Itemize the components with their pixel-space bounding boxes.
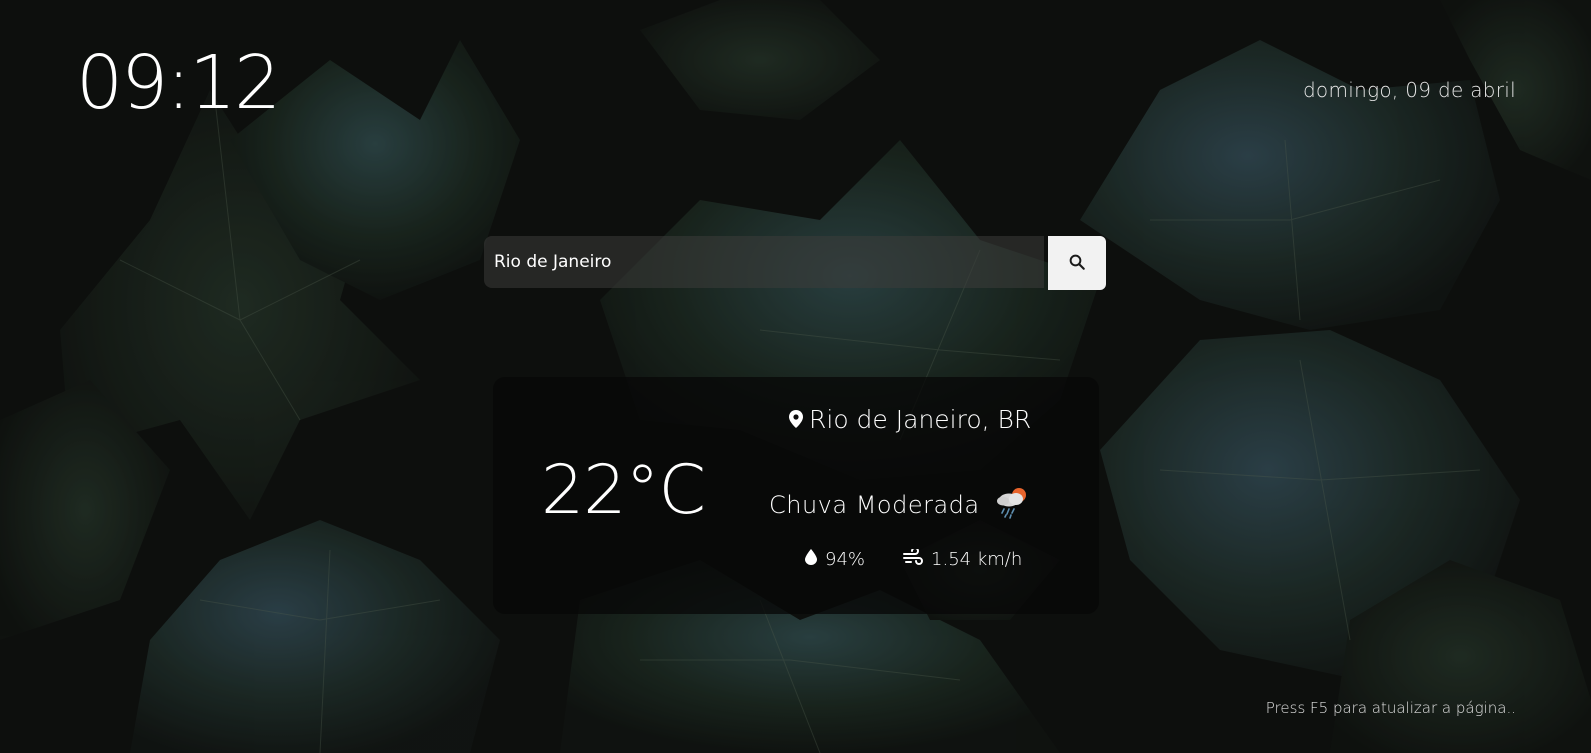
humidity-value: 94% <box>825 549 866 570</box>
rain-cloud-sun-icon <box>994 485 1030 525</box>
humidity: 94% <box>805 549 865 570</box>
map-pin-icon <box>789 405 803 434</box>
search-button[interactable] <box>1048 236 1106 290</box>
refresh-hint: Press F5 para atualizar a página.. <box>1265 699 1516 717</box>
weather-condition: Chuva Moderada <box>769 485 1030 525</box>
clock-time: 09:12 <box>76 40 281 126</box>
location: Rio de Janeiro, BR <box>789 405 1031 434</box>
search-bar <box>484 236 1106 290</box>
current-date: domingo, 09 de abril <box>1302 78 1516 102</box>
wind: 1.54 km/h <box>903 547 1023 570</box>
wind-icon <box>903 547 923 570</box>
weather-card: 22°C Rio de Janeiro, BR Chuva Moderada 9… <box>493 377 1099 614</box>
wind-value: 1.54 km/h <box>931 549 1023 570</box>
water-drop-icon <box>805 549 817 570</box>
weather-page: 09:12 domingo, 09 de abril 22°C Rio de J… <box>0 0 1591 753</box>
condition-text: Chuva Moderada <box>769 491 980 519</box>
location-name: Rio de Janeiro, BR <box>809 405 1032 434</box>
temperature-value: 22°C <box>541 451 706 530</box>
city-search-input[interactable] <box>484 236 1045 288</box>
weather-stats: 94% 1.54 km/h <box>805 547 1023 570</box>
search-icon <box>1068 253 1086 274</box>
